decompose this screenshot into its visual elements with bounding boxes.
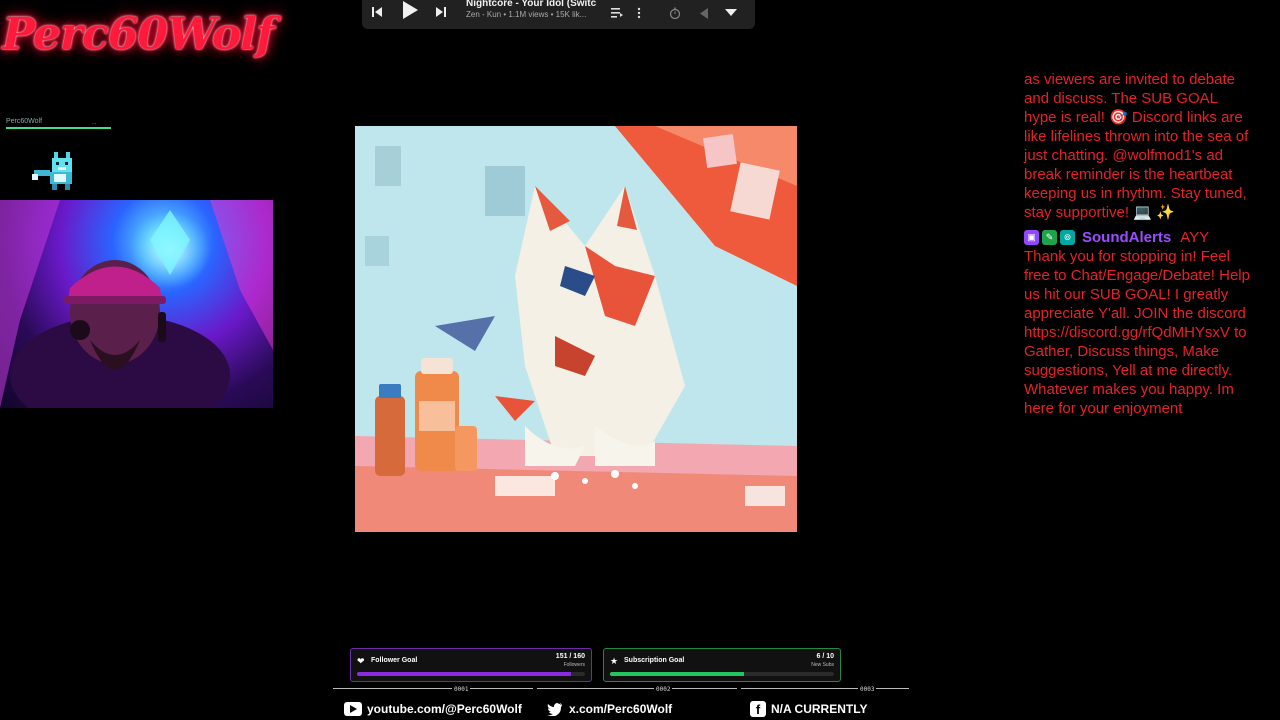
channel-logo: Perc60Wolf [2, 9, 275, 60]
chat-message: ▣ ✎ ⊚ SoundAlerts AYY Thank you for stop… [1024, 228, 1254, 418]
now-playing-subtitle: Zen - Kun • 1.1M views • 15K lik... [466, 10, 587, 19]
follower-goal-bar [357, 672, 585, 676]
social-divider [741, 688, 909, 698]
chat-author[interactable]: SoundAlerts [1082, 228, 1171, 247]
social-divider [333, 688, 533, 698]
viewer-progress-bar [6, 127, 111, 129]
chat-panel: as viewers are invited to debate and dis… [1024, 70, 1254, 424]
webcam-feed [0, 200, 273, 408]
youtube-icon [344, 702, 362, 716]
twitch-badge-icon: ▣ [1024, 230, 1039, 245]
chat-message-text: Thank you for stopping in! Feel free to … [1024, 248, 1250, 417]
social-index: 0002 [654, 686, 673, 693]
chevron-down-icon[interactable] [724, 3, 738, 23]
play-icon[interactable] [400, 0, 420, 20]
social-label: x.com/Perc60Wolf [569, 702, 673, 716]
social-label: youtube.com/@Perc60Wolf [367, 702, 522, 716]
follower-goal-label: Follower Goal [371, 657, 418, 664]
social-facebook[interactable]: f N/A CURRENTLY [750, 700, 867, 718]
social-youtube[interactable]: youtube.com/@Perc60Wolf [344, 700, 522, 718]
follower-goal-unit: Followers [563, 662, 585, 668]
pixel-fox-icon [32, 152, 72, 190]
wolf-illustration [355, 126, 797, 532]
timer-icon[interactable] [668, 3, 682, 23]
star-icon: ★ [610, 656, 619, 666]
bot-badge-icon: ⊚ [1060, 230, 1075, 245]
now-playing-title[interactable]: Nightcore - Your Idol (Switchin... [466, 0, 596, 9]
viewer-bar-label: ... [92, 120, 97, 126]
queue-icon[interactable] [610, 3, 624, 23]
social-index: 0001 [452, 686, 471, 693]
follower-goal: ❤ Follower Goal 151 / 160 Followers [350, 648, 592, 682]
viewer-name: Perc60Wolf [6, 118, 43, 125]
webcam-illustration [0, 200, 273, 408]
subscription-goal-bar [610, 672, 834, 676]
skip-next-icon[interactable] [434, 2, 448, 22]
subscription-goal: ★ Subscription Goal 6 / 10 New Subs [603, 648, 841, 682]
chat-message-text: as viewers are invited to debate and dis… [1024, 71, 1249, 221]
chat-author-prefix: AYY [1180, 229, 1210, 246]
social-label: N/A CURRENTLY [771, 702, 868, 716]
chat-message: as viewers are invited to debate and dis… [1024, 70, 1254, 222]
heart-icon: ❤ [357, 656, 365, 666]
more-icon[interactable] [634, 3, 644, 23]
facebook-icon: f [750, 701, 766, 717]
music-mini-player: Nightcore - Your Idol (Switchin... Zen -… [362, 0, 755, 29]
follower-goal-value: 151 / 160 [555, 653, 585, 660]
wolf-artwork [355, 126, 797, 532]
subscription-goal-unit: New Subs [811, 662, 834, 668]
social-divider [537, 688, 737, 698]
skip-previous-icon[interactable] [370, 2, 384, 22]
volume-icon[interactable] [698, 3, 710, 23]
bits-badge-icon: ✎ [1042, 230, 1057, 245]
subscription-goal-value: 6 / 10 [816, 653, 834, 660]
social-twitter[interactable]: x.com/Perc60Wolf [546, 700, 672, 718]
twitter-icon [546, 702, 564, 716]
social-index: 0003 [858, 686, 877, 693]
subscription-goal-label: Subscription Goal [624, 657, 685, 664]
